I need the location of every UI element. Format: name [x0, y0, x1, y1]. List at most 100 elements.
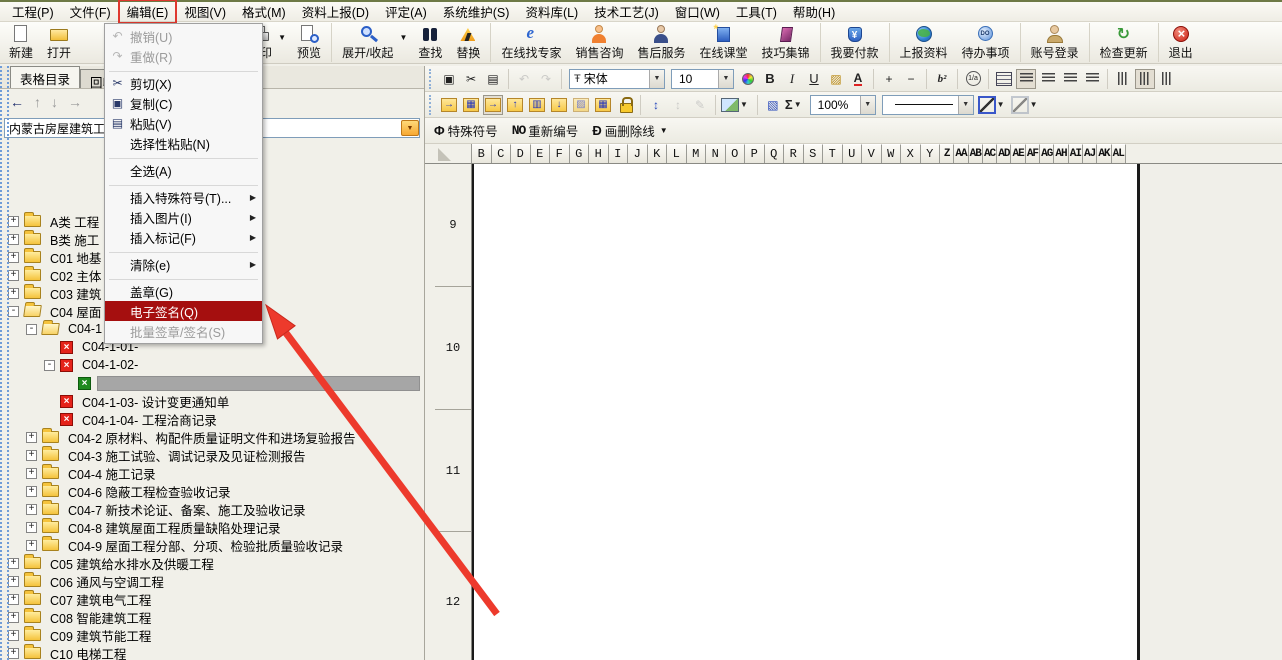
special-symbols-button[interactable]: Φ 特殊符号 ▼ — [427, 120, 505, 142]
select-all-item[interactable]: 全选(A) ▶ — [105, 160, 262, 180]
copy-item[interactable]: ▣ 复制(C) ▶ — [105, 93, 262, 113]
tree-expander[interactable]: + — [8, 630, 19, 641]
row-header[interactable]: 12 — [435, 532, 471, 660]
tree-expander[interactable]: - — [8, 306, 19, 317]
chevron-down-icon[interactable]: ▼ — [997, 100, 1005, 109]
column-header[interactable]: V — [862, 144, 882, 163]
menu-assess[interactable]: 评定(A) — [377, 0, 435, 23]
table-props-button[interactable]: ▦ ▼ ▼ — [593, 95, 613, 115]
format-button[interactable]: ▼ ▼ — [429, 69, 433, 89]
menu-view[interactable]: 视图(V) — [176, 0, 234, 23]
tree-item[interactable] — [2, 374, 423, 392]
tree-item[interactable]: + C04-6 隐蔽工程检查验收记录 — [2, 482, 423, 500]
column-header[interactable]: AB — [969, 144, 983, 163]
renumber-button[interactable]: NO 重新编号 ▼ — [505, 120, 586, 142]
chevron-down-icon[interactable]: ▼ — [740, 100, 748, 109]
format-button[interactable]: ▼ ▼ — [561, 69, 562, 89]
tree-expander[interactable]: + — [26, 468, 37, 479]
column-header[interactable]: I — [609, 144, 629, 163]
column-header[interactable]: AC — [983, 144, 997, 163]
new-button[interactable]: ▼ 新建 — [2, 23, 40, 62]
menu-library[interactable]: 资料库(L) — [517, 0, 586, 23]
row-header[interactable]: 10 — [435, 287, 471, 410]
line-spacing-decrease-button[interactable]: ↕ ▼ ▼ — [668, 95, 688, 115]
toolbar-grip[interactable] — [0, 66, 9, 660]
align-justify-button[interactable]: ▼ ▼ — [1082, 69, 1102, 89]
project-combo-dropdown-button[interactable]: ▼ — [401, 120, 419, 136]
tree-item[interactable]: + C10 电梯工程 — [2, 644, 423, 660]
chevron-down-icon[interactable]: ▼ — [718, 70, 733, 88]
highlight-button[interactable]: ▨ ▼ ▼ — [826, 69, 846, 89]
font-size-combo[interactable]: 10 ▼ ▼ — [671, 69, 734, 89]
paste-table-button[interactable]: ▨ ▼ ▼ — [571, 95, 591, 115]
find-button[interactable]: ▼ 查找 — [411, 23, 449, 62]
menu-technology[interactable]: 技术工艺(J) — [586, 0, 667, 23]
column-header[interactable]: AJ — [1083, 144, 1097, 163]
tree-expander[interactable]: + — [26, 432, 37, 443]
shrink-font-button[interactable]: − ▼ ▼ — [901, 69, 921, 89]
strike-line-button[interactable]: Đ 画删除线 ▼ — [585, 120, 674, 142]
tree-item[interactable]: + C04-3 施工试验、调试记录及见证检测报告 — [2, 446, 423, 464]
line-spacing-increase-button[interactable]: ↕ ▼ ▼ — [646, 95, 666, 115]
table-tool-button[interactable]: ▼ ▼ — [640, 95, 641, 115]
fraction-button[interactable]: 1/a ▼ ▼ — [963, 69, 983, 89]
tree-expander[interactable]: + — [8, 594, 19, 605]
menu-edit[interactable]: 编辑(E) — [119, 0, 177, 23]
align-left-button[interactable]: ▼ ▼ — [1016, 69, 1036, 89]
column-header[interactable]: W — [882, 144, 902, 163]
format-button[interactable]: ▼ ▼ — [988, 69, 989, 89]
column-header[interactable]: Z — [940, 144, 954, 163]
column-header[interactable]: S — [804, 144, 824, 163]
paste-item[interactable]: ▤ 粘贴(V) ▶ — [105, 113, 262, 133]
cut-item[interactable]: ✂ 剪切(X) ▶ — [105, 73, 262, 93]
undo-button[interactable]: ↶ ▼ ▼ — [514, 69, 534, 89]
column-header[interactable]: E — [531, 144, 551, 163]
column-header[interactable]: AG — [1040, 144, 1054, 163]
chevron-down-icon[interactable]: ▼ — [794, 100, 802, 109]
line-style-combo[interactable]: ▼ ▼ — [882, 95, 974, 115]
column-header[interactable]: Q — [765, 144, 785, 163]
menu-window[interactable]: 窗口(W) — [667, 0, 728, 23]
column-header[interactable]: G — [570, 144, 590, 163]
menu-data-report[interactable]: 资料上报(D) — [294, 0, 377, 23]
column-header[interactable]: AK — [1097, 144, 1111, 163]
edit-menu-item[interactable]: ▶ — [105, 274, 262, 281]
tree-expander[interactable]: + — [26, 486, 37, 497]
font-color-wheel-button[interactable]: ◉ ▼ ▼ — [738, 69, 758, 89]
tree-expander[interactable]: + — [8, 252, 19, 263]
merge-down-button[interactable]: ↓ ▼ ▼ — [549, 95, 569, 115]
tree-expander[interactable]: + — [8, 234, 19, 245]
edit-menu-item[interactable]: ▶ — [105, 66, 262, 73]
tree-expander[interactable]: - — [26, 324, 37, 335]
tree-expander[interactable]: + — [8, 288, 19, 299]
tree-item[interactable]: C04-1-04- 工程洽商记录 — [2, 410, 423, 428]
table-tool-button[interactable]: ▼ ▼ — [715, 95, 716, 115]
column-header[interactable]: T — [823, 144, 843, 163]
tree-expander[interactable]: + — [26, 540, 37, 551]
format-button[interactable]: ▼ ▼ — [957, 69, 958, 89]
account-login-button[interactable]: ▼ 账号登录 — [1020, 23, 1086, 62]
nav-back[interactable]: ← — [10, 94, 24, 110]
format-button[interactable]: ▼ ▼ — [1107, 69, 1108, 89]
tips-button[interactable]: ▼ 技巧集锦 — [755, 23, 817, 62]
align-right-button[interactable]: ▼ ▼ — [1060, 69, 1080, 89]
check-update-button[interactable]: ▼ 检查更新 — [1089, 23, 1155, 62]
tree-item[interactable]: - C04-1-02- — [2, 356, 423, 374]
column-header[interactable]: F — [550, 144, 570, 163]
column-header[interactable]: Y — [921, 144, 941, 163]
vertical-text-right-button[interactable]: ▼ ▼ — [1157, 69, 1177, 89]
column-header[interactable]: N — [706, 144, 726, 163]
font-family-combo[interactable]: Ŧ 宋体 ▼ ▼ — [569, 69, 665, 89]
chevron-down-icon[interactable]: ▼ — [399, 33, 407, 42]
batch-sign-item[interactable]: 批量签章/签名(S) ▶ — [105, 321, 262, 341]
tree-expander[interactable]: - — [44, 360, 55, 371]
open-button[interactable]: ▼ 打开 — [40, 23, 78, 62]
insert-mark-item[interactable]: 插入标记(F) ▶ — [105, 227, 262, 247]
column-header[interactable]: AD — [997, 144, 1011, 163]
menu-tools[interactable]: 工具(T) — [728, 0, 785, 23]
tree-expander[interactable]: + — [8, 612, 19, 623]
tree-item[interactable]: + C04-2 原材料、构配件质量证明文件和进场复验报告 — [2, 428, 423, 446]
replace-button[interactable]: ▼ 替换 — [449, 23, 487, 62]
grow-font-button[interactable]: + ▼ ▼ — [879, 69, 899, 89]
vertical-text-left-button[interactable]: ▼ ▼ — [1113, 69, 1133, 89]
